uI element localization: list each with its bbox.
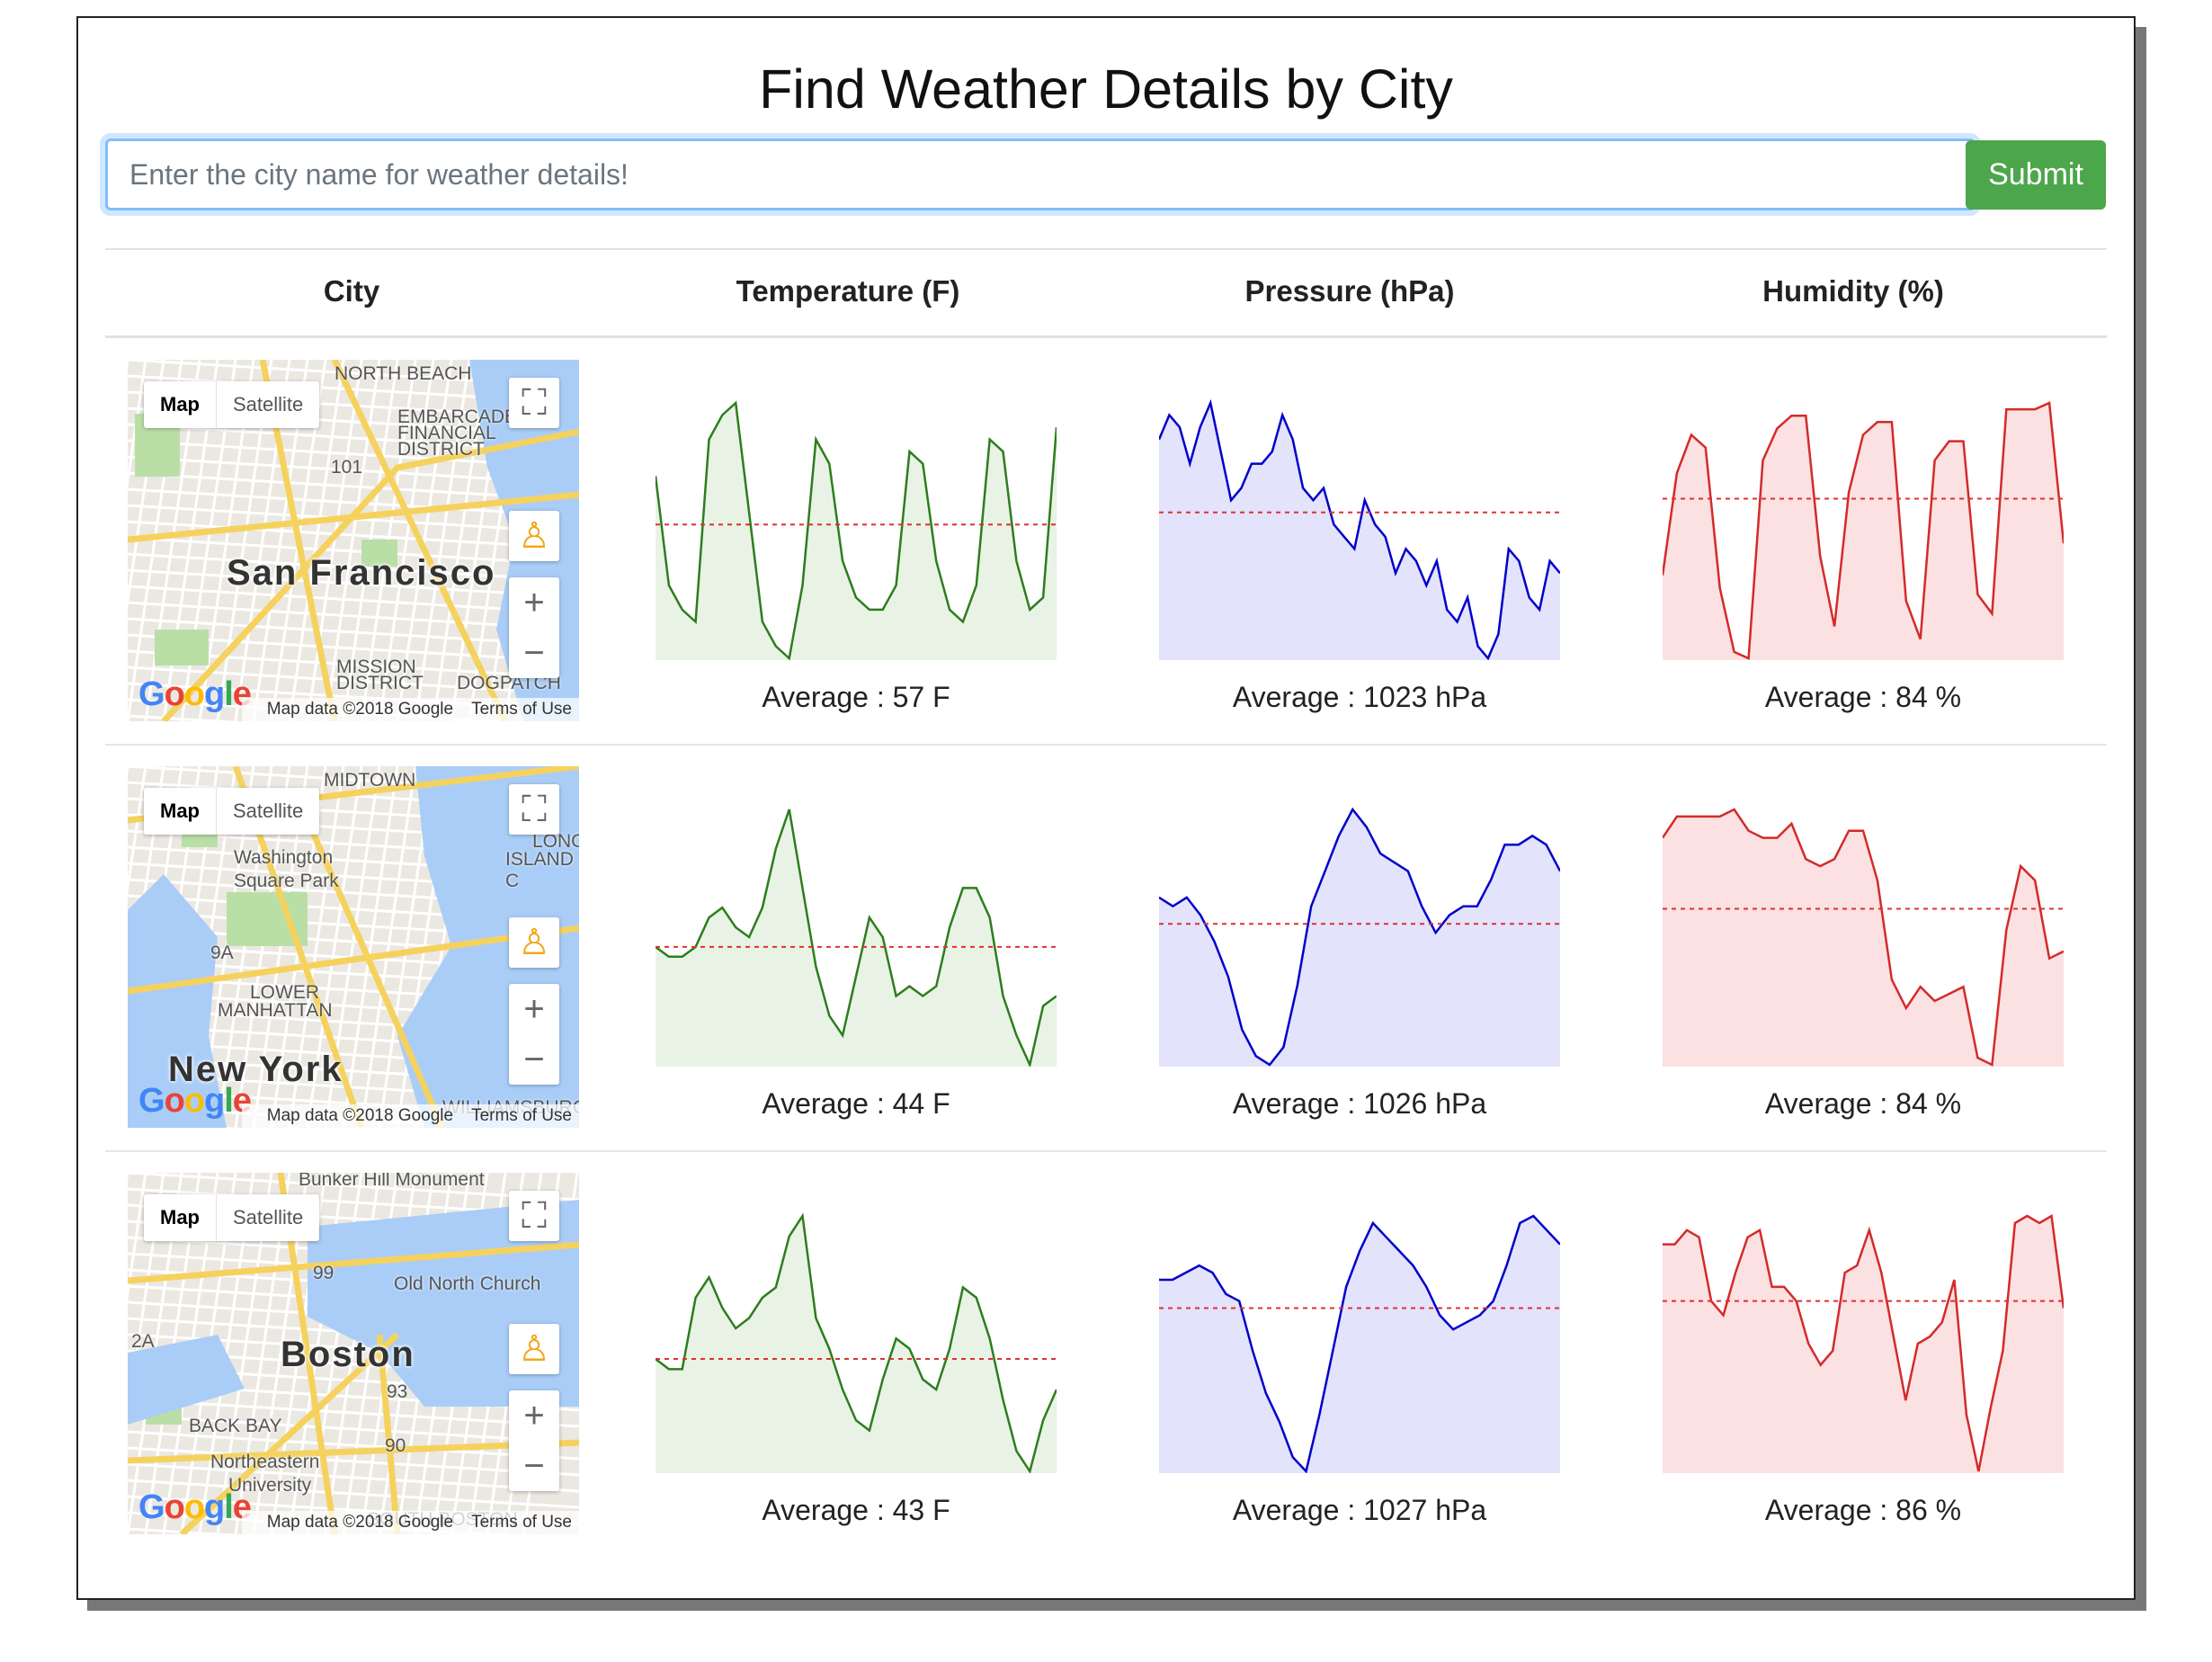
chart-area-fill [656,403,1057,660]
chart-area-fill [656,809,1057,1067]
humidity-average-label: Average : 84 % [1764,681,1962,713]
temperature-chart [656,400,1057,660]
map-city-label: San Francisco [227,553,496,593]
app-window: Find Weather Details by City Submit City… [76,16,2136,1600]
chart-area-fill [1159,809,1560,1067]
map-type-satellite-button[interactable]: Satellite [216,381,319,428]
fullscreen-icon[interactable]: ⛶ [509,1191,559,1241]
row-divider [105,744,2107,746]
google-logo: Google [138,675,252,713]
fullscreen-icon[interactable]: ⛶ [509,378,559,428]
map-type-satellite-button[interactable]: Satellite [216,1194,319,1241]
pressure-average-label: Average : 1027 hPa [1232,1494,1487,1526]
fullscreen-icon[interactable]: ⛶ [509,784,559,835]
pegman-icon[interactable]: ♙ [509,511,559,561]
zoom-out-icon[interactable]: − [509,628,559,678]
pressure-chart [1159,807,1560,1067]
map-type-control: Map Satellite [144,381,320,428]
humidity-chart [1663,401,2064,660]
zoom-in-icon[interactable]: + [509,577,559,628]
submit-button[interactable]: Submit [1966,140,2106,210]
map-place-label: 99 [313,1263,334,1283]
pegman-icon[interactable]: ♙ [509,1324,559,1374]
city-search-input[interactable] [105,138,1976,210]
row-divider [105,1150,2107,1152]
pressure-chart [1159,1214,1560,1473]
map-attribution: Map data ©2018 Google Terms of Use [241,1511,579,1534]
google-logo: Google [138,1082,252,1120]
column-header-humidity: Humidity (%) [1762,274,1944,308]
terms-of-use-link[interactable]: Terms of Use [471,1513,572,1532]
map-type-map-button[interactable]: Map [144,381,216,428]
chart-area-fill [1663,809,2064,1067]
map-place-label: 2A [131,1331,155,1352]
pressure-average-label: Average : 1026 hPa [1232,1087,1487,1120]
map-type-map-button[interactable]: Map [144,1194,216,1241]
map-type-control: Map Satellite [144,1194,320,1241]
map-place-label: 90 [385,1435,406,1456]
pressure-average-label: Average : 1023 hPa [1232,681,1487,713]
zoom-control: + − [509,577,559,678]
humidity-chart [1663,808,2064,1067]
city-map[interactable]: MIDTOWN Washington Square Park LONG ISLAND C… [128,766,579,1128]
map-data-text: Map data ©2018 Google [266,1513,454,1532]
map-place-label: MANHATTAN [218,1000,333,1021]
map-data-text: Map data ©2018 Google [266,1106,454,1125]
map-attribution: Map data ©2018 Google Terms of Use [241,1104,579,1128]
column-header-city: City [323,274,380,308]
humidity-average-label: Average : 86 % [1764,1494,1962,1526]
zoom-out-icon[interactable]: − [509,1034,559,1085]
map-place-label: 101 [331,457,363,478]
map-attribution: Map data ©2018 Google Terms of Use [241,698,579,721]
map-place-label: Washington [234,847,334,868]
temperature-chart [656,809,1057,1067]
temperature-average-label: Average : 43 F [762,1494,950,1526]
city-map[interactable]: NORTH BEACH EMBARCADERO FINANCIAL DISTRICT 1… [128,360,579,721]
map-place-label: BACK BAY [189,1416,282,1436]
map-type-control: Map Satellite [144,788,320,835]
map-place-label: NORTH BEACH [334,363,472,384]
terms-of-use-link[interactable]: Terms of Use [471,1106,572,1125]
city-map[interactable]: Bunker Hill Monument 99 Old North Church 2A… [128,1173,579,1534]
map-place-label: 9A [210,943,234,963]
column-header-temperature: Temperature (F) [736,274,960,308]
temperature-average-label: Average : 44 F [762,1087,950,1120]
map-place-label: Square Park [234,871,339,891]
zoom-in-icon[interactable]: + [509,984,559,1034]
table-header-border [105,335,2107,338]
map-place-label: DISTRICT [336,673,424,693]
pegman-icon[interactable]: ♙ [509,917,559,968]
map-place-label: ISLAND C [505,849,574,891]
zoom-control: + − [509,1390,559,1491]
map-place-label: DISTRICT [397,439,485,460]
zoom-control: + − [509,984,559,1085]
pressure-chart [1159,398,1560,660]
terms-of-use-link[interactable]: Terms of Use [471,700,572,719]
zoom-out-icon[interactable]: − [509,1441,559,1491]
chart-area-fill [656,1216,1057,1473]
temperature-chart [656,1212,1057,1473]
humidity-average-label: Average : 84 % [1764,1087,1962,1120]
map-place-label: 93 [387,1381,408,1402]
google-logo: Google [138,1488,252,1526]
page-title: Find Weather Details by City [759,58,1453,120]
zoom-in-icon[interactable]: + [509,1390,559,1441]
map-data-text: Map data ©2018 Google [266,700,454,719]
humidity-chart [1663,1213,2064,1473]
map-place-label: Old North Church [394,1273,541,1294]
map-type-map-button[interactable]: Map [144,788,216,835]
table-top-border [105,248,2107,250]
column-header-pressure: Pressure (hPa) [1244,274,1455,308]
map-type-satellite-button[interactable]: Satellite [216,788,319,835]
map-place-label: MIDTOWN [324,770,416,791]
map-place-label: Northeastern [210,1452,320,1472]
map-city-label: Boston [281,1335,415,1374]
map-place-label: Bunker Hill Monument [299,1173,485,1190]
temperature-average-label: Average : 57 F [762,681,950,713]
